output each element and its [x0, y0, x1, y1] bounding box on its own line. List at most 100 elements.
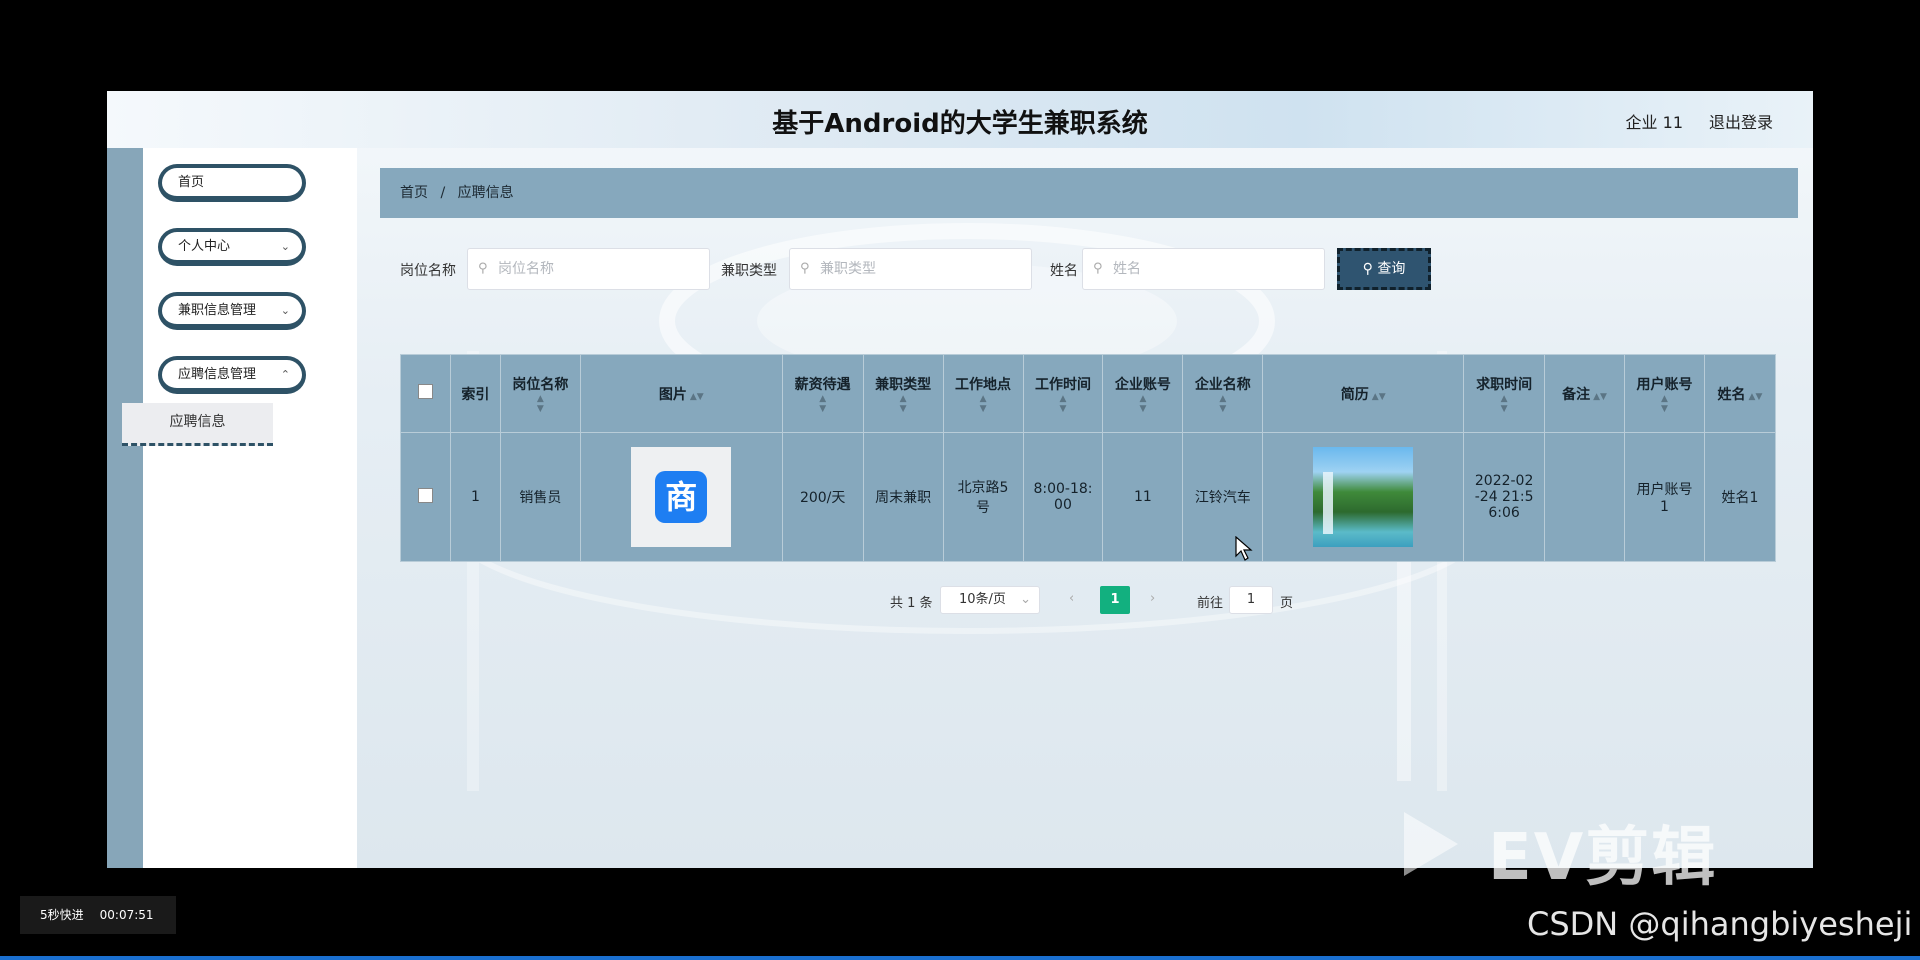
goto-label: 前往 — [1197, 596, 1224, 611]
column-header[interactable]: 薪资待遇 ▲ ▼ — [781, 354, 864, 433]
ev-logo-icon — [1404, 812, 1458, 876]
sort-icon: ▲▼ — [1371, 391, 1386, 402]
position-placeholder: 岗位名称 — [498, 261, 554, 277]
chevron-down-icon: ⌄ — [280, 240, 290, 253]
type-placeholder: 兼职类型 — [820, 261, 876, 277]
column-header[interactable]: 简历 ▲▼ — [1262, 354, 1465, 433]
chevron-up-icon: ⌃ — [280, 368, 290, 381]
sidebar: 首页 个人中心 ⌄ 兼职信息管理 ⌄ 应聘信息管理 ⌃ — [143, 148, 357, 868]
cell-name: 姓名1 — [1703, 432, 1777, 562]
name-label: 姓名 — [1050, 263, 1078, 279]
cell-index: 1 — [449, 432, 501, 562]
search-icon: ⚲ — [1093, 261, 1103, 276]
cell-remark — [1544, 432, 1626, 562]
column-header[interactable]: 兼职类型 ▲ ▼ — [862, 354, 944, 433]
cell-user-account: 用户账号1 — [1624, 432, 1705, 562]
column-header[interactable]: 备注 ▲▼ — [1544, 354, 1626, 433]
page-size-select[interactable]: 10条/页 ⌄ — [940, 586, 1040, 614]
name-placeholder: 姓名 — [1113, 261, 1141, 277]
main-content: 首页 / 应聘信息 岗位名称 ⚲ 岗位名称 兼职类型 ⚲ 兼职类型 姓名 ⚲ 姓… — [380, 148, 1813, 868]
mouse-cursor-icon — [1235, 536, 1253, 561]
column-header[interactable]: 工作地点 ▲ ▼ — [942, 354, 1024, 433]
filter-bar: 岗位名称 ⚲ 岗位名称 兼职类型 ⚲ 兼职类型 姓名 ⚲ 姓名 ⚲ 查询 — [380, 248, 1798, 292]
cell-position: 销售员 — [499, 432, 581, 562]
search-button[interactable]: ⚲ 查询 — [1337, 248, 1431, 290]
search-button-label: 查询 — [1377, 261, 1406, 277]
sort-icon: ▲▼ — [1593, 391, 1607, 402]
column-header[interactable]: 图片 ▲▼ — [579, 354, 783, 433]
breadcrumb: 首页 / 应聘信息 — [380, 168, 1798, 218]
cell-resume — [1262, 432, 1465, 562]
name-search-input[interactable]: ⚲ 姓名 — [1082, 248, 1325, 290]
sidebar-item-profile[interactable]: 个人中心 ⌄ — [158, 228, 306, 266]
sidebar-item-label: 应聘信息管理 — [178, 367, 257, 382]
column-header[interactable]: 姓名 ▲▼ — [1703, 354, 1777, 433]
type-label: 兼职类型 — [721, 263, 777, 279]
sidebar-item-label: 个人中心 — [178, 239, 231, 254]
app-title: 基于Android的大学生兼职系统 — [772, 109, 1148, 139]
sort-icon: ▲▼ — [1500, 393, 1508, 414]
logout-link[interactable]: 退出登录 — [1709, 109, 1773, 133]
position-search-input[interactable]: ⚲ 岗位名称 — [467, 248, 710, 290]
sort-icon: ▲▼ — [1139, 393, 1147, 414]
search-icon: ⚲ — [800, 261, 810, 276]
video-progress-bar[interactable] — [0, 956, 1920, 960]
sidebar-subitem-applications[interactable]: 应聘信息 — [122, 403, 273, 446]
shop-icon: 商 — [655, 471, 708, 523]
column-header[interactable]: 求职时间 ▲ ▼ — [1463, 354, 1546, 433]
prev-page-icon[interactable]: ‹ — [1069, 591, 1074, 606]
sidebar-item-home[interactable]: 首页 — [158, 164, 306, 202]
sort-icon: ▲▼ — [819, 393, 827, 414]
goto-unit: 页 — [1280, 596, 1294, 611]
row-checkbox[interactable] — [400, 432, 451, 562]
next-page-icon[interactable]: › — [1150, 591, 1155, 606]
breadcrumb-separator: / — [440, 185, 446, 201]
column-header[interactable]: 企业账号 ▲ ▼ — [1102, 354, 1184, 433]
sort-icon: ▲▼ — [1059, 393, 1067, 414]
ev-watermark: EV剪辑 — [1488, 821, 1718, 895]
breadcrumb-home[interactable]: 首页 — [400, 168, 428, 218]
type-search-input[interactable]: ⚲ 兼职类型 — [789, 248, 1032, 290]
pagination-total: 共 1 条 — [890, 596, 933, 611]
column-header: 索引 — [449, 354, 501, 433]
sidebar-item-label: 首页 — [178, 175, 205, 190]
sidebar-strip — [107, 148, 143, 868]
cell-company-account: 11 — [1102, 432, 1184, 562]
applications-table: 索引 岗位名称 ▲ ▼ 图片 ▲▼ 薪资待遇 ▲ ▼ 兼职类型 ▲ ▼ 工作地点 ▲ ▼ 工作时间… — [400, 354, 1777, 562]
sort-icon: ▲▼ — [1219, 393, 1227, 414]
column-header[interactable]: 工作时间 ▲ ▼ — [1022, 354, 1104, 433]
sort-icon: ▲▼ — [1748, 391, 1763, 402]
position-label: 岗位名称 — [400, 263, 456, 279]
csdn-watermark: CSDN @qihangbiyesheji — [1527, 905, 1913, 943]
playback-time: 00:07:51 — [99, 908, 154, 922]
goto-page-input[interactable]: 1 — [1229, 586, 1273, 614]
pagination: 共 1 条 10条/页 ⌄ ‹ 1 › 前往 1 页 — [380, 586, 1813, 616]
sidebar-item-application-management[interactable]: 应聘信息管理 ⌃ — [158, 356, 306, 394]
chevron-down-icon: ⌄ — [280, 304, 290, 317]
sidebar-item-job-management[interactable]: 兼职信息管理 ⌄ — [158, 292, 306, 330]
job-image: 商 — [631, 447, 732, 547]
sort-icon: ▲▼ — [536, 393, 544, 414]
playback-status: 5秒快进 00:07:51 — [20, 896, 176, 934]
cell-time: 8:00-18:00 — [1022, 432, 1104, 562]
current-user: 企业 11 — [1625, 113, 1683, 132]
cell-type: 周末兼职 — [862, 432, 944, 562]
app-window: 基于Android的大学生兼职系统 企业 11 退出登录 首页 个人中心 ⌄ 兼… — [107, 91, 1813, 868]
search-icon: ⚲ — [478, 261, 488, 276]
column-header[interactable]: 岗位名称 ▲ ▼ — [499, 354, 581, 433]
chevron-down-icon: ⌄ — [1020, 592, 1031, 607]
sort-icon: ▲▼ — [689, 391, 704, 402]
table-header-row: 索引 岗位名称 ▲ ▼ 图片 ▲▼ 薪资待遇 ▲ ▼ 兼职类型 ▲ ▼ 工作地点 ▲ ▼ 工作时间… — [400, 354, 1777, 433]
cell-image: 商 — [579, 432, 783, 562]
sort-icon: ▲▼ — [1661, 393, 1668, 414]
sort-icon: ▲▼ — [899, 393, 907, 414]
playback-speed: 5秒快进 — [40, 908, 84, 922]
sort-icon: ▲▼ — [979, 393, 987, 414]
column-header[interactable]: 用户账号 ▲ ▼ — [1624, 354, 1705, 433]
resume-image[interactable] — [1313, 447, 1414, 547]
select-all-checkbox[interactable] — [400, 354, 451, 433]
column-header[interactable]: 企业名称 ▲ ▼ — [1182, 354, 1264, 433]
breadcrumb-current: 应聘信息 — [457, 185, 514, 201]
page-number-button[interactable]: 1 — [1100, 586, 1130, 614]
cell-apply-time: 2022-02-24 21:56:06 — [1463, 432, 1546, 562]
